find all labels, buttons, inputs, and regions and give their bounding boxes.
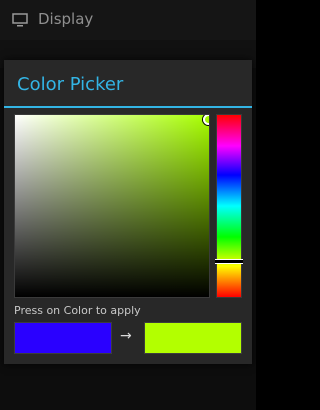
new-color-swatch[interactable] xyxy=(144,322,242,354)
apply-hint-label: Press on Color to apply xyxy=(14,304,141,317)
color-picker-dialog: Color Picker Press on Color to apply → xyxy=(4,60,252,364)
action-bar: Display xyxy=(0,0,256,40)
hue-slider[interactable] xyxy=(215,114,243,298)
old-color-swatch[interactable] xyxy=(14,322,112,354)
saturation-value-square[interactable] xyxy=(14,114,210,298)
title-divider xyxy=(4,106,252,108)
arrow-icon: → xyxy=(120,328,132,344)
screen-title: Display xyxy=(38,10,94,28)
display-icon xyxy=(12,13,28,27)
screen: Display Color Picker Press on Color to a… xyxy=(0,0,256,410)
hue-slider-handle[interactable] xyxy=(215,258,243,264)
dialog-title: Color Picker xyxy=(17,74,124,95)
sv-cursor-handle[interactable] xyxy=(203,115,209,125)
black-gradient xyxy=(15,115,209,297)
